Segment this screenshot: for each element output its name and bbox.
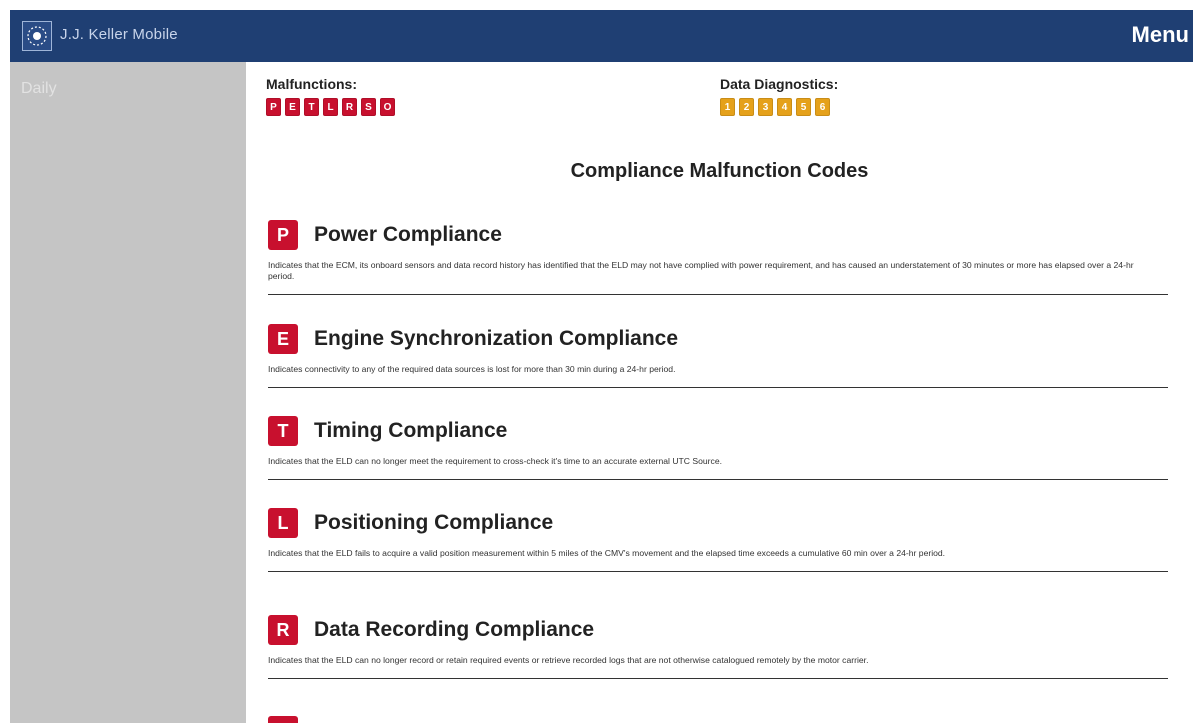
code-badge-partial xyxy=(268,716,298,723)
code-item-partial xyxy=(268,716,1168,723)
malfunction-badge-s[interactable]: S xyxy=(361,98,376,116)
code-title: Timing Compliance xyxy=(314,419,508,442)
diagnostic-badge-2[interactable]: 2 xyxy=(739,98,754,116)
code-description: Indicates that the ECM, its onboard sens… xyxy=(268,260,1134,281)
page-title: Compliance Malfunction Codes xyxy=(570,160,869,182)
diagnostic-badge-1[interactable]: 1 xyxy=(720,98,735,116)
code-title: Data Recording Compliance xyxy=(314,618,595,641)
divider xyxy=(268,479,1168,480)
app-title: J.J. Keller Mobile xyxy=(60,26,178,43)
code-item-data-recording: R Data Recording Compliance Indicates th… xyxy=(268,615,1168,679)
malfunction-badge-e[interactable]: E xyxy=(285,98,300,116)
code-title: Engine Synchronization Compliance xyxy=(314,327,679,350)
malfunctions-status: Malfunctions: P E T L R S O xyxy=(266,76,395,116)
code-title: Power Compliance xyxy=(314,223,502,246)
app-header: J.J. Keller Mobile Menu xyxy=(10,10,1193,62)
code-item-power: P Power Compliance Indicates that the EC… xyxy=(268,220,1168,295)
diagnostics-label: Data Diagnostics: xyxy=(720,76,839,92)
divider xyxy=(268,571,1168,572)
malfunction-badge-t[interactable]: T xyxy=(304,98,319,116)
code-title: Positioning Compliance xyxy=(314,511,554,534)
code-badge-e: E xyxy=(268,324,298,354)
diagnostic-badge-3[interactable]: 3 xyxy=(758,98,773,116)
code-badge-l: L xyxy=(268,508,298,538)
diagnostic-badge-4[interactable]: 4 xyxy=(777,98,792,116)
app-logo-icon xyxy=(22,21,52,51)
screen-border-left xyxy=(0,0,10,723)
diagnostics-status: Data Diagnostics: 1 2 3 4 5 6 xyxy=(720,76,838,116)
diagnostic-badge-6[interactable]: 6 xyxy=(815,98,830,116)
code-item-positioning: L Positioning Compliance Indicates that … xyxy=(268,508,1168,572)
code-description: Indicates that the ELD can no longer rec… xyxy=(268,655,869,665)
divider xyxy=(268,294,1168,295)
sidebar: Daily xyxy=(10,62,246,723)
code-description: Indicates that the ELD can no longer mee… xyxy=(268,456,722,466)
diagnostic-badges: 1 2 3 4 5 6 xyxy=(720,98,838,116)
diagnostic-badge-5[interactable]: 5 xyxy=(796,98,811,116)
malfunction-badges: P E T L R S O xyxy=(266,98,395,116)
malfunction-badge-p[interactable]: P xyxy=(266,98,281,116)
sidebar-item-daily[interactable]: Daily xyxy=(21,80,57,98)
code-item-timing: T Timing Compliance Indicates that the E… xyxy=(268,416,1168,480)
malfunction-badge-r[interactable]: R xyxy=(342,98,357,116)
code-description: Indicates connectivity to any of the req… xyxy=(268,364,676,374)
screen-border-top xyxy=(0,0,1193,10)
code-description: Indicates that the ELD fails to acquire … xyxy=(268,548,946,558)
divider xyxy=(268,678,1168,679)
menu-button[interactable]: Menu xyxy=(1132,22,1189,48)
malfunction-badge-o[interactable]: O xyxy=(380,98,395,116)
code-badge-t: T xyxy=(268,416,298,446)
malfunctions-label: Malfunctions: xyxy=(266,76,357,92)
malfunction-badge-l[interactable]: L xyxy=(323,98,338,116)
code-item-engine-sync: E Engine Synchronization Compliance Indi… xyxy=(268,324,1168,388)
code-badge-p: P xyxy=(268,220,298,250)
main-content: Malfunctions: P E T L R S O Data Diagnos… xyxy=(246,62,1193,723)
divider xyxy=(268,387,1168,388)
code-badge-r: R xyxy=(268,615,298,645)
